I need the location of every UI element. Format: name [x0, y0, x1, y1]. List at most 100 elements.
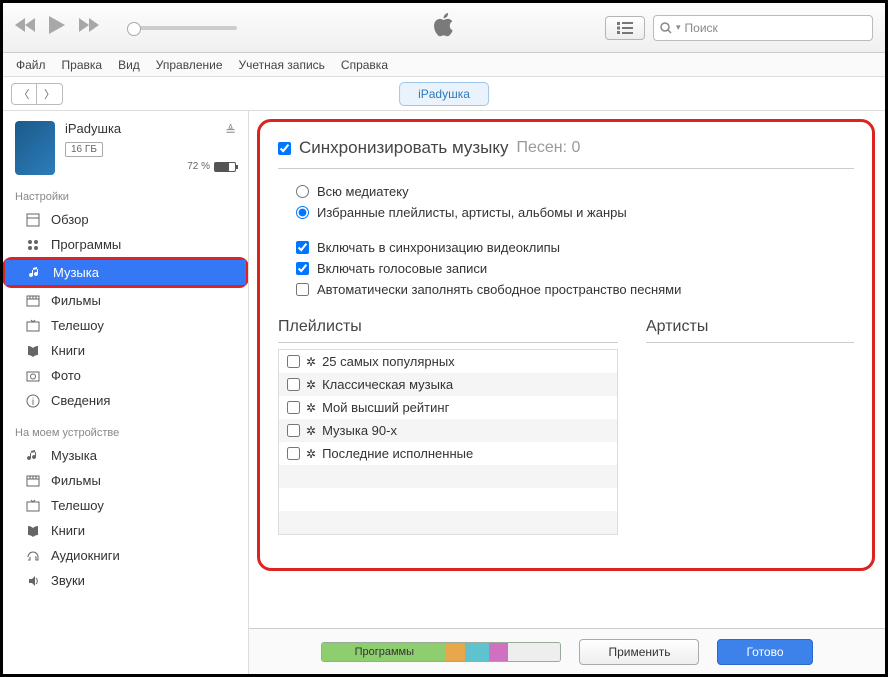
sidebar-item-label: Телешоу [51, 498, 104, 513]
sync-title: Синхронизировать музыку [299, 138, 508, 158]
eject-icon[interactable]: ≜ [225, 123, 236, 139]
radio-entire-library[interactable] [296, 185, 309, 198]
device-header: iPadушка ≜ 16 ГБ 72 % [3, 111, 248, 181]
menu-account[interactable]: Учетная запись [232, 55, 332, 75]
sidebar-item-label: Обзор [51, 212, 89, 227]
device-capacity: 16 ГБ [65, 142, 103, 157]
label-autofill: Автоматически заполнять свободное простр… [317, 282, 681, 297]
playlist-row [279, 511, 617, 534]
sidebar-settings-movies[interactable]: Фильмы [3, 288, 248, 313]
play-button[interactable] [49, 16, 65, 39]
playlist-checkbox[interactable] [287, 355, 300, 368]
sidebar-ondevice-books[interactable]: Книги [3, 518, 248, 543]
sidebar-item-label: Книги [51, 523, 85, 538]
svg-text:i: i [32, 397, 34, 408]
sidebar-ondevice-tv[interactable]: Телешоу [3, 493, 248, 518]
playlist-checkbox[interactable] [287, 378, 300, 391]
sidebar-settings-info[interactable]: i Сведения [3, 388, 248, 413]
playlist-label: Музыка 90-х [322, 423, 397, 438]
sidebar-item-label: Музыка [51, 448, 97, 463]
sidebar-settings-apps[interactable]: Программы [3, 232, 248, 257]
check-autofill[interactable] [296, 283, 309, 296]
books-icon [25, 524, 41, 538]
smart-playlist-icon: ✲ [306, 401, 316, 415]
device-tab[interactable]: iPadушка [399, 82, 489, 106]
device-thumbnail-icon [15, 121, 55, 175]
sidebar-item-label: Сведения [51, 393, 110, 408]
next-track-button[interactable] [79, 18, 99, 37]
apply-button[interactable]: Применить [579, 639, 699, 665]
menu-controls[interactable]: Управление [149, 55, 230, 75]
playlist-list: ✲25 самых популярных✲Классическая музыка… [278, 349, 618, 535]
playlist-checkbox[interactable] [287, 424, 300, 437]
capacity-bar: Программы [321, 642, 561, 662]
sidebar-settings-photos[interactable]: Фото [3, 363, 248, 388]
label-include-videos: Включать в синхронизацию видеоклипы [317, 240, 560, 255]
search-chevron-icon: ▾ [676, 22, 681, 33]
sidebar-settings-books[interactable]: Книги [3, 338, 248, 363]
capacity-seg-apps: Программы [322, 643, 446, 661]
music-icon [27, 266, 43, 280]
photos-icon [25, 369, 41, 383]
sidebar-ondevice-music[interactable]: Музыка [3, 443, 248, 468]
playlist-checkbox[interactable] [287, 447, 300, 460]
playlist-row[interactable]: ✲Мой высший рейтинг [279, 396, 617, 419]
sidebar-ondevice-tones[interactable]: Звуки [3, 568, 248, 593]
sidebar-settings-music[interactable]: Музыка [5, 260, 246, 285]
info-icon: i [25, 394, 41, 408]
playlist-row[interactable]: ✲Классическая музыка [279, 373, 617, 396]
playlist-label: Классическая музыка [322, 377, 453, 392]
bottom-bar: Программы Применить Готово [249, 628, 885, 674]
sidebar-ondevice-movies[interactable]: Фильмы [3, 468, 248, 493]
list-icon [617, 22, 633, 34]
nav-forward-button[interactable]: 〉 [37, 83, 63, 105]
playlist-label: Последние исполненные [322, 446, 473, 461]
sidebar-ondevice-audiobooks[interactable]: Аудиокниги [3, 543, 248, 568]
list-view-button[interactable] [605, 16, 645, 40]
sidebar-item-label: Звуки [51, 573, 85, 588]
radio-selected-items[interactable] [296, 206, 309, 219]
volume-slider[interactable] [127, 26, 237, 30]
apps-icon [25, 238, 41, 252]
tv-icon [25, 319, 41, 333]
menu-file[interactable]: Файл [9, 55, 53, 75]
menu-edit[interactable]: Правка [55, 55, 110, 75]
prev-track-button[interactable] [15, 18, 35, 37]
playlist-label: 25 самых популярных [322, 354, 455, 369]
nav-back-button[interactable]: 〈 [11, 83, 37, 105]
check-include-voice[interactable] [296, 262, 309, 275]
search-icon [660, 22, 672, 34]
sidebar-item-label: Телешоу [51, 318, 104, 333]
tones-icon [25, 574, 41, 588]
capacity-seg-2 [446, 643, 465, 661]
sidebar-item-label: Фото [51, 368, 81, 383]
playlist-checkbox[interactable] [287, 401, 300, 414]
sidebar-item-label: Программы [51, 237, 121, 252]
menu-view[interactable]: Вид [111, 55, 147, 75]
audiobooks-icon [25, 549, 41, 563]
artists-heading: Артисты [646, 318, 854, 343]
playlist-row[interactable]: ✲Музыка 90-х [279, 419, 617, 442]
playlists-heading: Плейлисты [278, 318, 618, 343]
playlist-row[interactable]: ✲ Последние исполненные [279, 442, 617, 465]
sync-song-count: Песен: 0 [516, 139, 580, 157]
sidebar-heading-device: На моем устройстве [3, 421, 248, 443]
sidebar-settings-tv[interactable]: Телешоу [3, 313, 248, 338]
menu-help[interactable]: Справка [334, 55, 395, 75]
playlist-row [279, 465, 617, 488]
highlight-annotation: Музыка [3, 257, 249, 288]
sidebar-item-label: Фильмы [51, 473, 101, 488]
sidebar-settings-overview[interactable]: Обзор [3, 207, 248, 232]
done-button[interactable]: Готово [717, 639, 812, 665]
search-input[interactable]: ▾ Поиск [653, 15, 873, 41]
smart-playlist-icon: ✲ [306, 447, 316, 461]
sidebar-item-label: Аудиокниги [51, 548, 120, 563]
tv-icon [25, 499, 41, 513]
sidebar: iPadушка ≜ 16 ГБ 72 % Настройки Обзор Про… [3, 111, 249, 674]
sidebar-heading-settings: Настройки [3, 185, 248, 207]
sidebar-item-label: Книги [51, 343, 85, 358]
apple-logo-icon [434, 13, 454, 42]
playlist-row[interactable]: ✲25 самых популярных [279, 350, 617, 373]
check-include-videos[interactable] [296, 241, 309, 254]
sync-music-checkbox[interactable] [278, 142, 291, 155]
